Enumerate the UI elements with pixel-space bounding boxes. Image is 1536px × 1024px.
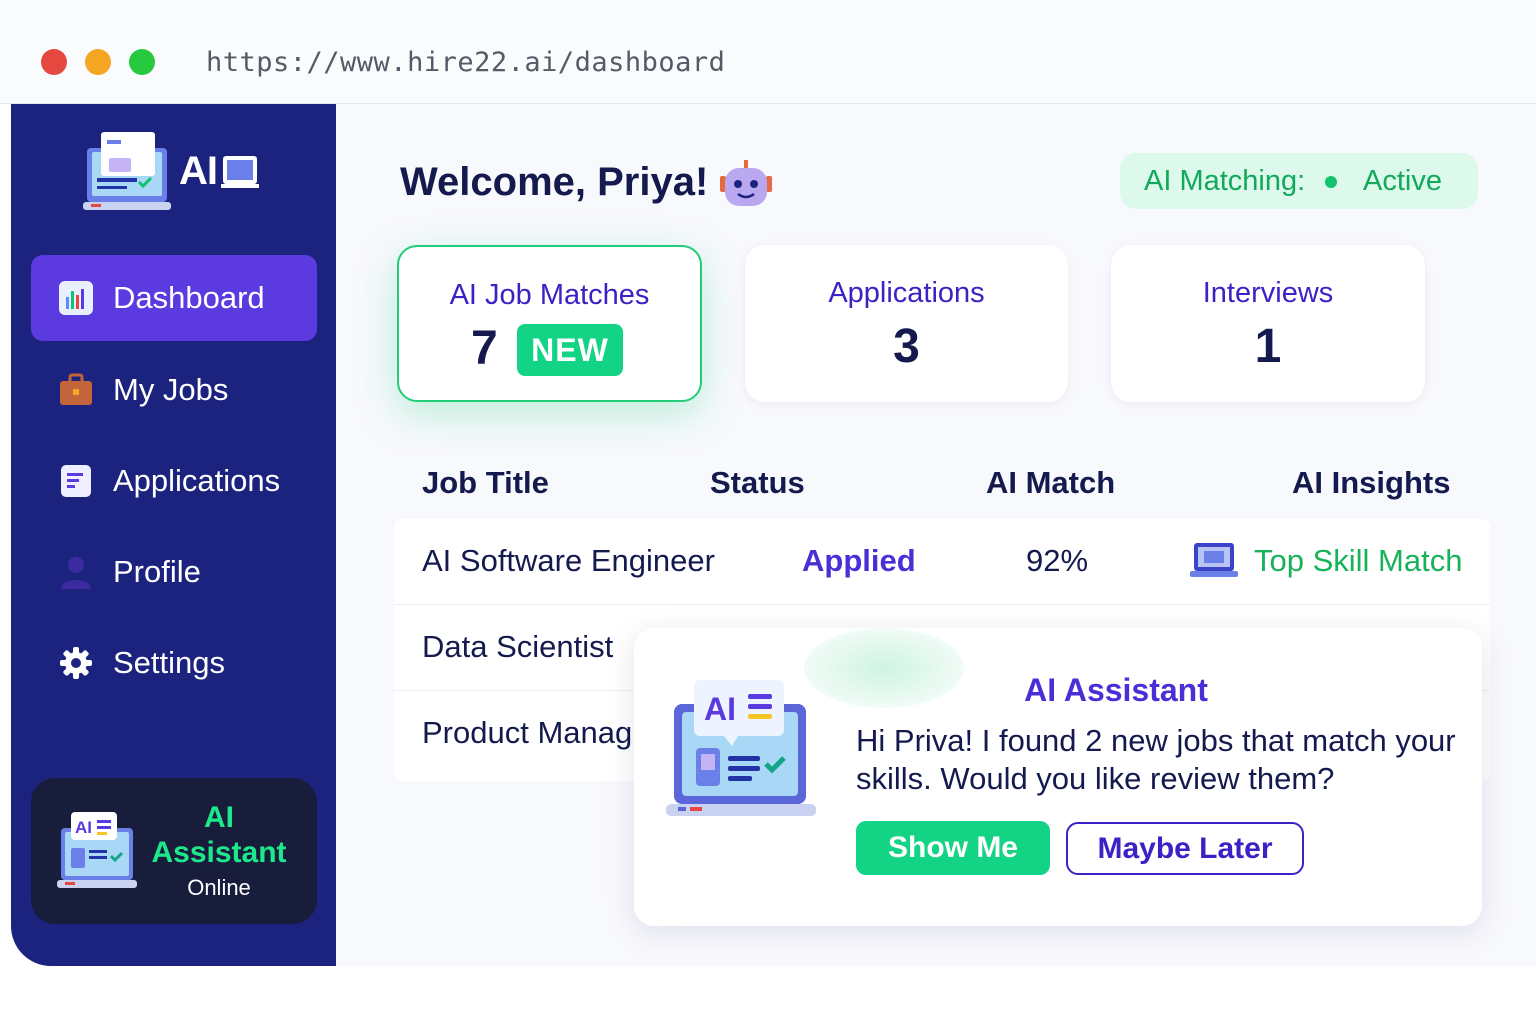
job-title: AI Software Engineer [422,543,715,578]
sidebar-item-profile[interactable]: Profile [31,529,317,615]
close-window-button[interactable] [41,49,67,75]
logo-text: AI [179,149,218,193]
column-header-ai-insights[interactable]: AI Insights [1292,465,1450,501]
stat-card-applications[interactable]: Applications 3 [745,245,1068,402]
app-logo[interactable] [83,130,273,214]
ai-assistant-title: AI Assistant [151,801,287,869]
page-title: Welcome, Priya! [400,160,709,204]
laptop-icon [1190,543,1238,577]
ai-insight: Top Skill Match [1254,543,1463,578]
sidebar-item-settings[interactable]: Settings [31,620,317,706]
ai-laptop-icon: AI [666,680,816,816]
stat-label: Applications [828,277,985,309]
stat-value: 1 [1254,320,1282,373]
ai-assistant-popup: AI AI Assistant Hi Priva! I found 2 new … [634,628,1482,926]
briefcase-icon [60,373,92,405]
sidebar-item-my-jobs[interactable]: My Jobs [31,347,317,433]
ai-matching-label: AI Matching: [1144,165,1306,197]
job-title: Product Manag [422,715,633,750]
stat-card-interviews[interactable]: Interviews 1 [1111,245,1425,402]
stat-value: 3 [893,320,920,373]
stat-card-ai-job-matches[interactable]: AI Job Matches 7 NEW [397,245,702,402]
column-header-status[interactable]: Status [710,465,805,501]
show-me-button[interactable]: Show Me [856,821,1050,875]
ai-matching-value: Active [1363,165,1442,197]
sidebar-item-label: My Jobs [113,372,229,407]
ai-assistant-card[interactable]: AI AI Assistant Online [31,778,317,924]
browser-window: https://www.hire22.ai/dashboard AI Dashb… [0,0,1536,1024]
chart-icon [59,281,93,315]
document-icon [61,465,91,497]
user-icon [61,557,91,589]
robot-icon [720,160,772,206]
address-bar[interactable]: https://www.hire22.ai/dashboard [206,47,725,78]
gear-icon [60,647,92,679]
stat-label: Interviews [1202,277,1334,309]
ai-matching-status: AI Matching: Active [1120,153,1478,209]
browser-titlebar: https://www.hire22.ai/dashboard [0,0,1536,104]
svg-text:AI: AI [75,818,92,837]
ai-match-value: 92% [1026,543,1089,578]
column-header-ai-match[interactable]: AI Match [986,465,1115,501]
main-content: Welcome, Priya! AI Matching: Active AI J… [336,104,1536,966]
minimize-window-button[interactable] [85,49,111,75]
svg-text:AI: AI [704,691,736,727]
new-badge: NEW [517,324,623,376]
sidebar: AI Dashboard My Jobs Applications Profil… [11,104,336,966]
column-header-job-title[interactable]: Job Title [422,465,549,501]
ai-assistant-icon: AI [57,812,137,888]
laptop-logo-icon [83,132,259,210]
popup-message: Hi Priva! I found 2 new jobs that match … [856,723,1456,796]
status-dot-icon [1325,176,1337,188]
maximize-window-button[interactable] [129,49,155,75]
sidebar-item-dashboard[interactable]: Dashboard [31,255,317,341]
stat-value: 7 [471,322,498,375]
sidebar-item-label: Applications [113,463,281,498]
table-row[interactable]: AI Software Engineer Applied 92% Top Ski… [394,519,1490,605]
popup-title: AI Assistant [1024,672,1208,708]
job-status: Applied [802,543,916,578]
ai-assistant-status: Online [187,875,251,900]
job-title: Data Scientist [422,629,614,664]
sidebar-item-label: Profile [113,554,201,589]
sidebar-item-label: Dashboard [113,280,265,315]
sidebar-item-label: Settings [113,645,226,680]
stat-label: AI Job Matches [449,279,650,311]
maybe-later-button[interactable]: Maybe Later [1066,822,1304,875]
sidebar-item-applications[interactable]: Applications [31,438,317,524]
